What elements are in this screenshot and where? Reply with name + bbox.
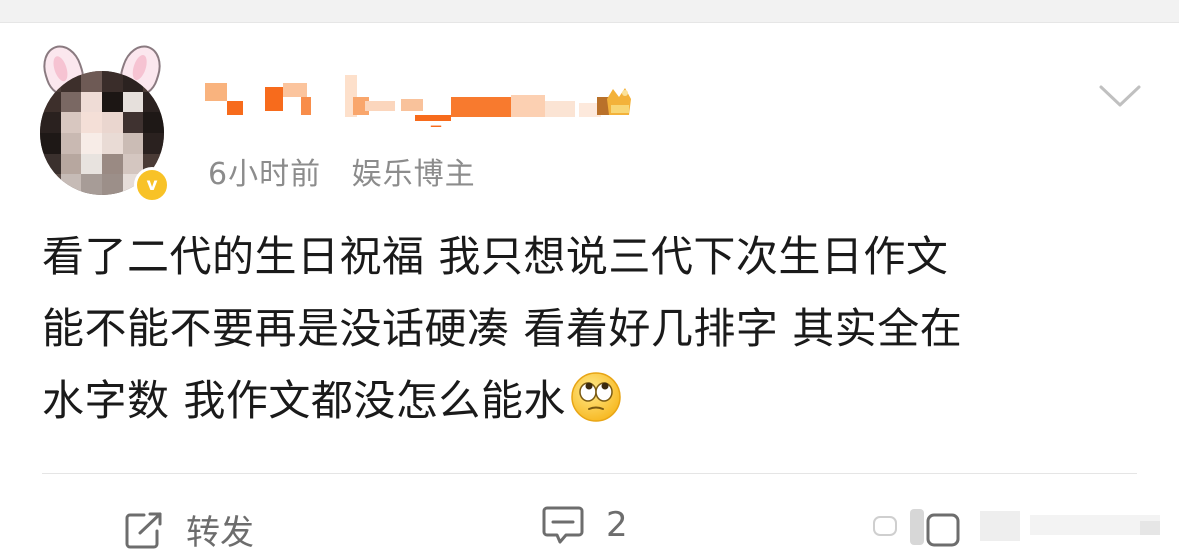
username-text: _ [431, 103, 441, 127]
verified-badge: v [134, 167, 170, 203]
comment-button[interactable]: 2 [542, 505, 628, 545]
post-timestamp: 6小时前 [208, 157, 322, 192]
chevron-down-icon[interactable] [1098, 83, 1142, 109]
top-strip [0, 0, 1179, 23]
repost-button[interactable]: 转发 [124, 505, 254, 554]
comment-icon [542, 506, 584, 544]
post-text-line: 看了二代的生日祝福 我只想说三代下次生日作文 [42, 232, 949, 281]
post-meta: 6小时前 娱乐博主 [208, 149, 496, 193]
post-text-line: 能不能不要再是没话硬凑 看着好几排字 其实全在 [42, 304, 963, 353]
crown-icon [597, 88, 631, 115]
repost-icon [125, 512, 162, 548]
post-text-line-last: 水字数 我作文都没怎么能水 [42, 365, 1142, 437]
username-pixelated[interactable]: _ [205, 73, 645, 127]
divider [42, 473, 1137, 474]
repost-label: 转发 [186, 513, 254, 553]
comment-count: 2 [606, 505, 628, 545]
author-tag: 娱乐博主 [351, 157, 476, 192]
avatar[interactable]: v [36, 40, 172, 203]
like-icon[interactable] [870, 507, 1170, 547]
weibo-post-card: v _ 6小时前 娱乐博主 看了二代的生日祝福 我只想说三代下次生日作文 能不能… [0, 23, 1179, 553]
eye-roll-emoji [571, 372, 621, 422]
post-content: 看了二代的生日祝福 我只想说三代下次生日作文 能不能不要再是没话硬凑 看着好几排… [42, 221, 1142, 437]
post-text-line: 水字数 我作文都没怎么能水 [42, 376, 566, 425]
